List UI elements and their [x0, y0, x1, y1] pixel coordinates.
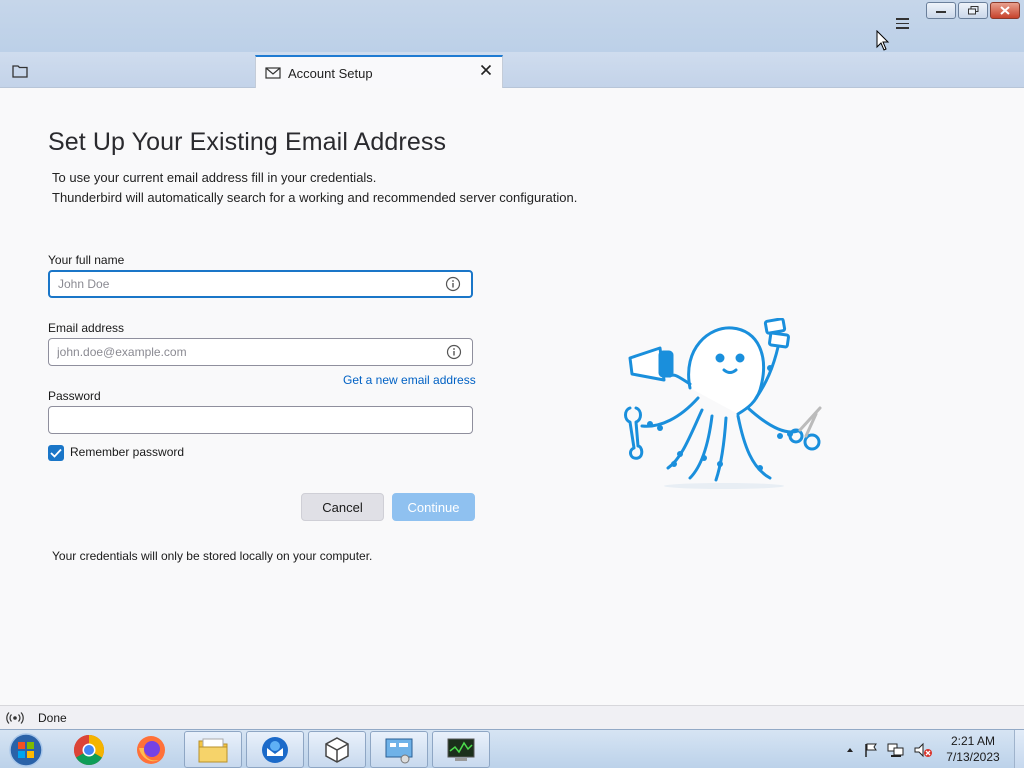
- close-tab-icon[interactable]: [480, 64, 492, 76]
- file-explorer-icon: [198, 738, 228, 762]
- password-field[interactable]: [48, 406, 473, 434]
- mouse-cursor-icon: [876, 30, 890, 51]
- virtualbox-icon: [325, 736, 349, 763]
- volume-muted-icon[interactable]: [913, 742, 933, 758]
- status-text: Done: [38, 710, 67, 725]
- show-desktop-button[interactable]: [1014, 730, 1024, 768]
- control-panel-icon: [385, 738, 413, 763]
- intro-line-2: Thunderbird will automatically search fo…: [52, 190, 578, 205]
- get-new-email-link[interactable]: Get a new email address: [343, 373, 476, 387]
- minimize-icon: [936, 10, 946, 13]
- info-icon[interactable]: [446, 344, 462, 360]
- folder-icon[interactable]: [12, 64, 28, 78]
- action-center-flag-icon[interactable]: [863, 742, 879, 758]
- tab-account-setup[interactable]: Account Setup: [255, 55, 503, 89]
- network-icon[interactable]: [887, 742, 905, 758]
- close-window-button[interactable]: [990, 2, 1020, 19]
- intro-text: To use your current email address fill i…: [52, 168, 577, 208]
- clock[interactable]: 2:21 AM 7/13/2023: [938, 733, 1008, 765]
- intro-line-1: To use your current email address fill i…: [52, 170, 377, 185]
- full-name-label: Your full name: [48, 253, 125, 267]
- info-icon[interactable]: [445, 276, 461, 292]
- title-bar: [0, 0, 1024, 52]
- continue-button[interactable]: Continue: [392, 493, 475, 521]
- tab-label: Account Setup: [288, 65, 373, 81]
- system-tray: [845, 730, 933, 768]
- cancel-button[interactable]: Cancel: [301, 493, 384, 521]
- mail-icon: [265, 67, 281, 79]
- email-field[interactable]: [48, 338, 473, 366]
- online-status-icon[interactable]: [6, 711, 24, 725]
- virtualbox-taskbar-item[interactable]: [308, 731, 366, 768]
- chevron-up-icon[interactable]: [845, 745, 855, 755]
- password-input[interactable]: [49, 407, 429, 433]
- page-title: Set Up Your Existing Email Address: [48, 128, 447, 156]
- app-menu-button[interactable]: [896, 18, 909, 29]
- start-button-icon[interactable]: [6, 731, 46, 768]
- email-label: Email address: [48, 321, 125, 335]
- firefox-taskbar-item[interactable]: [122, 731, 180, 768]
- control-panel-taskbar-item[interactable]: [370, 731, 428, 768]
- checkmark-icon: [50, 448, 62, 458]
- minimize-button[interactable]: [926, 2, 956, 19]
- thunderbird-taskbar-item[interactable]: [246, 731, 304, 768]
- chrome-icon: [73, 734, 105, 765]
- clock-date: 7/13/2023: [946, 750, 1000, 764]
- task-manager-icon: [447, 738, 475, 761]
- octopus-illustration-icon: [624, 318, 822, 489]
- password-label: Password: [48, 389, 101, 403]
- file-explorer-taskbar-item[interactable]: [184, 731, 242, 768]
- thunderbird-icon: [262, 736, 288, 763]
- task-manager-taskbar-item[interactable]: [432, 731, 490, 768]
- restore-button[interactable]: [958, 2, 988, 19]
- taskbar: 2:21 AM 7/13/2023: [0, 729, 1024, 768]
- clock-time: 2:21 AM: [950, 734, 996, 748]
- status-bar: Done: [0, 705, 1024, 729]
- email-input[interactable]: [49, 339, 429, 365]
- credentials-note: Your credentials will only be stored loc…: [52, 549, 373, 563]
- close-icon: [1000, 6, 1010, 15]
- firefox-icon: [137, 735, 165, 764]
- restore-icon: [967, 6, 978, 15]
- remember-password-label[interactable]: Remember password: [70, 445, 184, 459]
- full-name-field[interactable]: [48, 270, 473, 298]
- chrome-taskbar-item[interactable]: [60, 731, 118, 768]
- full-name-input[interactable]: [50, 272, 430, 296]
- tab-bar: Account Setup: [0, 52, 1024, 89]
- account-setup-page: Set Up Your Existing Email Address To us…: [0, 88, 1024, 705]
- remember-password-checkbox[interactable]: [48, 445, 64, 461]
